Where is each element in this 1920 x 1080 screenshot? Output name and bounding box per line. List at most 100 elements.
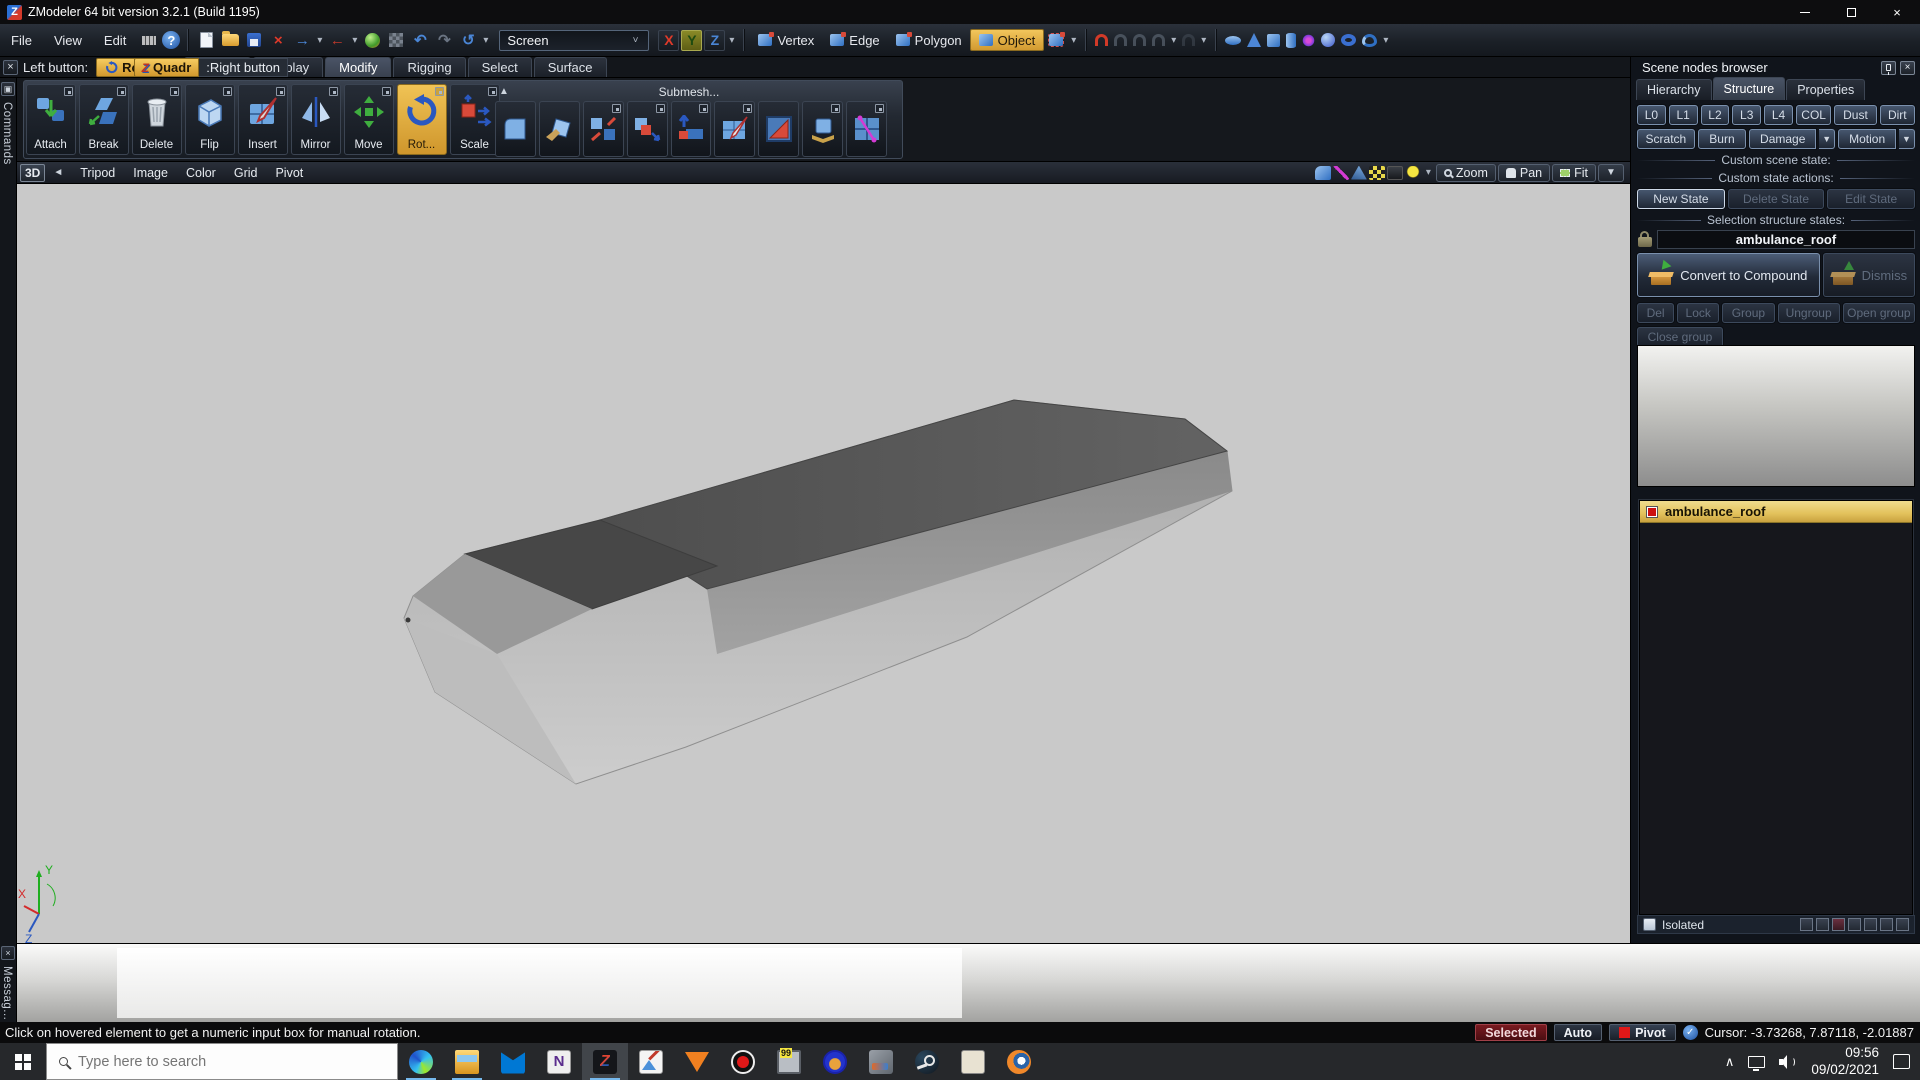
hotkeys-icon[interactable]: [138, 30, 160, 50]
undo-icon[interactable]: ↶: [409, 30, 431, 50]
tab-structure[interactable]: Structure: [1713, 77, 1786, 100]
scene-node-list[interactable]: ambulance_roof: [1639, 500, 1913, 915]
isolated-checkbox[interactable]: [1643, 918, 1656, 931]
break-button[interactable]: Break: [79, 84, 129, 155]
taskbar-audio-app[interactable]: [812, 1043, 858, 1080]
dismiss-button[interactable]: Dismiss: [1823, 253, 1915, 297]
tab-hierarchy[interactable]: Hierarchy: [1636, 79, 1712, 100]
expand-corner-icon[interactable]: [117, 87, 126, 96]
mode-polygon-button[interactable]: Polygon: [888, 29, 970, 51]
node-color-icon[interactable]: [1646, 506, 1658, 518]
primitive-spiral-icon[interactable]: [1362, 34, 1377, 47]
save-file-icon[interactable]: [243, 30, 265, 50]
viewport-menu-tripod[interactable]: Tripod: [71, 166, 124, 180]
submesh-detach-button[interactable]: [583, 101, 624, 157]
expand-corner-icon[interactable]: [223, 87, 232, 96]
group-button[interactable]: Group: [1722, 303, 1774, 323]
taskbar-winrar[interactable]: [950, 1043, 996, 1080]
commands-panel-icon[interactable]: ▣: [1, 82, 15, 96]
view-mode-button[interactable]: 3D: [20, 164, 45, 182]
ungroup-button[interactable]: Ungroup: [1778, 303, 1840, 323]
tray-chevron-icon[interactable]: ∧: [1725, 1054, 1735, 1070]
expand-corner-icon[interactable]: [435, 87, 444, 96]
new-state-button[interactable]: New State: [1637, 189, 1725, 209]
taskbar-v-app[interactable]: [674, 1043, 720, 1080]
wire-pen-icon[interactable]: [1333, 166, 1349, 180]
search-input[interactable]: [78, 1054, 358, 1070]
lod-dirt-button[interactable]: Dirt: [1880, 105, 1915, 125]
viewport-options-dropdown[interactable]: ▼: [1598, 164, 1624, 182]
state-motion-button[interactable]: Motion: [1838, 129, 1896, 149]
rotate-button[interactable]: Rot...: [397, 84, 447, 155]
toolbar-dropdown-icon[interactable]: ▾: [480, 35, 491, 46]
submesh-weld-button[interactable]: [846, 101, 887, 157]
expand-corner-icon[interactable]: [64, 87, 73, 96]
del-button[interactable]: Del: [1637, 303, 1674, 323]
flip-button[interactable]: Flip: [185, 84, 235, 155]
texture-toggle-icon[interactable]: [1369, 166, 1385, 180]
move-button[interactable]: Move: [344, 84, 394, 155]
tab-surface[interactable]: Surface: [534, 57, 607, 77]
viewport-menu-color[interactable]: Color: [177, 166, 225, 180]
primitive-helper-icon[interactable]: [1302, 34, 1315, 47]
mode-object-button[interactable]: Object: [970, 29, 1045, 51]
submesh-triangulate-button[interactable]: [758, 101, 799, 157]
collapse-left-icon[interactable]: ◄: [45, 167, 71, 178]
import-icon[interactable]: ←: [326, 30, 348, 50]
expand-corner-icon[interactable]: [170, 87, 179, 96]
submesh-smooth-button[interactable]: [495, 101, 536, 157]
fit-button[interactable]: Fit: [1552, 164, 1596, 182]
submesh-extrude-button[interactable]: [627, 101, 668, 157]
primitives-dropdown-icon[interactable]: ▾: [1380, 35, 1391, 46]
open-group-button[interactable]: Open group: [1843, 303, 1915, 323]
primitive-sphere-icon[interactable]: [1321, 33, 1335, 47]
taskbar-steam[interactable]: [904, 1043, 950, 1080]
pivot-indicator[interactable]: Pivot: [1609, 1024, 1676, 1041]
selection-box-icon[interactable]: [1045, 30, 1067, 50]
lock-button[interactable]: Lock: [1677, 303, 1719, 323]
expand-corner-icon[interactable]: [329, 87, 338, 96]
lock-icon[interactable]: [1637, 231, 1653, 247]
delete-file-icon[interactable]: ×: [267, 30, 289, 50]
axis-y-button[interactable]: Y: [681, 30, 702, 51]
taskbar-edge[interactable]: [398, 1043, 444, 1080]
state-burn-button[interactable]: Burn: [1698, 129, 1746, 149]
lod-l4-button[interactable]: L4: [1764, 105, 1793, 125]
lod-dust-button[interactable]: Dust: [1834, 105, 1876, 125]
collapse-group-icon[interactable]: ▲: [491, 86, 517, 97]
export-icon[interactable]: →: [291, 30, 313, 50]
taskbar-monitor-app[interactable]: 99: [766, 1043, 812, 1080]
taskbar-file-explorer[interactable]: [444, 1043, 490, 1080]
viewport-menu-image[interactable]: Image: [124, 166, 177, 180]
primitive-torus-icon[interactable]: [1341, 34, 1356, 46]
selected-indicator[interactable]: Selected: [1475, 1024, 1546, 1041]
edit-state-button[interactable]: Edit State: [1827, 189, 1915, 209]
reload-icon[interactable]: ↺: [457, 30, 479, 50]
commands-tab[interactable]: Commands: [1, 102, 13, 165]
tray-clock[interactable]: 09:56 09/02/2021: [1811, 1045, 1879, 1079]
insert-button[interactable]: Insert: [238, 84, 288, 155]
mode-edge-button[interactable]: Edge: [822, 29, 887, 51]
maximize-button[interactable]: [1828, 0, 1874, 24]
filter-red-icon[interactable]: [1832, 918, 1845, 931]
taskbar-blender[interactable]: [996, 1043, 1042, 1080]
lod-col-button[interactable]: COL: [1796, 105, 1831, 125]
menu-edit[interactable]: Edit: [93, 29, 137, 52]
web-icon[interactable]: [361, 30, 383, 50]
texture-browser-icon[interactable]: [385, 30, 407, 50]
new-file-icon[interactable]: [195, 30, 217, 50]
close-panel-icon[interactable]: ×: [1900, 61, 1915, 75]
render-clap-icon[interactable]: [1387, 166, 1403, 180]
expand-corner-icon[interactable]: [382, 87, 391, 96]
taskbar-game-tool[interactable]: [858, 1043, 904, 1080]
cone-display-icon[interactable]: [1351, 166, 1367, 180]
primitive-cone-icon[interactable]: [1247, 33, 1261, 47]
axis-x-button[interactable]: X: [658, 30, 679, 51]
filter-icon[interactable]: [1848, 918, 1861, 931]
viewport-menu-pivot[interactable]: Pivot: [266, 166, 312, 180]
notification-icon[interactable]: [1893, 1054, 1910, 1069]
shading-icon[interactable]: [1315, 166, 1331, 180]
display-dropdown-icon[interactable]: ▾: [1423, 167, 1434, 178]
lod-l1-button[interactable]: L1: [1669, 105, 1698, 125]
close-messages-icon[interactable]: ×: [1, 946, 15, 960]
